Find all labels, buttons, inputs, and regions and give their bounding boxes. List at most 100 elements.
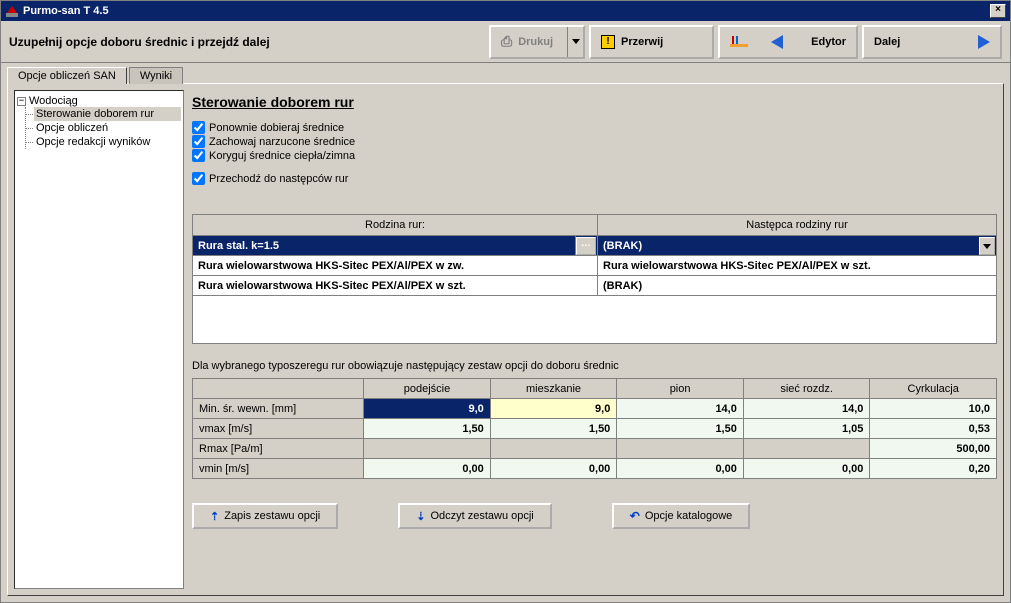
load-options-button[interactable]: ⇣ Odczyt zestawu opcji	[398, 503, 552, 529]
editor-button[interactable]: Edytor	[718, 25, 858, 59]
arrow-right-icon	[978, 35, 990, 49]
param-row-label: vmax [m/s]	[193, 419, 364, 439]
param-col: sieć rozdz.	[743, 379, 870, 399]
param-cell[interactable]: 0,53	[870, 419, 997, 439]
param-cell[interactable]: 0,20	[870, 459, 997, 479]
pipe-col-family: Rodzina rur:	[193, 215, 598, 236]
main-panel: Sterowanie doborem rur Ponownie dobieraj…	[192, 90, 997, 589]
pipe-succ-cell[interactable]: Rura wielowarstwowa HKS-Sitec PEX/Al/PEX…	[598, 256, 997, 276]
check-reselect-box[interactable]	[192, 121, 205, 134]
table-row[interactable]: Rura stal. k=1.5 … (BRAK)	[193, 236, 997, 256]
interrupt-label: Przerwij	[621, 36, 663, 48]
param-cell[interactable]	[364, 439, 491, 459]
table-padding	[193, 296, 997, 344]
interrupt-icon: !	[601, 35, 615, 49]
param-col: pion	[617, 379, 744, 399]
check-label: Ponownie dobieraj średnice	[209, 122, 344, 134]
check-reselect[interactable]: Ponownie dobieraj średnice	[192, 121, 997, 134]
tree-toggle[interactable]: −	[17, 97, 26, 106]
param-cell[interactable]: 9,0	[364, 399, 491, 419]
upload-icon: ⇡	[210, 510, 219, 523]
print-dropdown[interactable]	[567, 27, 583, 57]
table-row[interactable]: Rura wielowarstwowa HKS-Sitec PEX/Al/PEX…	[193, 276, 997, 296]
button-label: Zapis zestawu opcji	[224, 510, 320, 522]
tree-item-calc-options[interactable]: Opcje obliczeń	[34, 121, 181, 135]
param-cell[interactable]: 1,05	[743, 419, 870, 439]
dropdown-toggle[interactable]	[979, 237, 995, 255]
check-successor[interactable]: Przechodź do następców rur	[192, 172, 997, 185]
param-col: mieszkanie	[490, 379, 617, 399]
table-row[interactable]: vmax [m/s] 1,50 1,50 1,50 1,05 0,53	[193, 419, 997, 439]
table-row[interactable]: Min. śr. wewn. [mm] 9,0 9,0 14,0 14,0 10…	[193, 399, 997, 419]
pipe-family-cell[interactable]: Rura stal. k=1.5	[193, 236, 576, 256]
pipe-family-table[interactable]: Rodzina rur: Następca rodziny rur Rura s…	[192, 214, 997, 344]
save-options-button[interactable]: ⇡ Zapis zestawu opcji	[192, 503, 338, 529]
param-cell[interactable]: 10,0	[870, 399, 997, 419]
tree-root[interactable]: − Wodociąg	[17, 95, 181, 107]
param-cell[interactable]: 500,00	[870, 439, 997, 459]
param-cell[interactable]: 1,50	[364, 419, 491, 439]
param-row-label: Min. śr. wewn. [mm]	[193, 399, 364, 419]
table-row[interactable]: Rura wielowarstwowa HKS-Sitec PEX/Al/PEX…	[193, 256, 997, 276]
close-button[interactable]: ×	[990, 4, 1006, 18]
param-cell[interactable]: 14,0	[617, 399, 744, 419]
pipe-family-cell[interactable]: Rura wielowarstwowa HKS-Sitec PEX/Al/PEX…	[193, 276, 598, 296]
bottom-buttons: ⇡ Zapis zestawu opcji ⇣ Odczyt zestawu o…	[192, 503, 997, 529]
param-cell[interactable]	[490, 439, 617, 459]
param-cell[interactable]: 14,0	[743, 399, 870, 419]
check-label: Koryguj średnice ciepła/zimna	[209, 150, 355, 162]
table-row[interactable]: vmin [m/s] 0,00 0,00 0,00 0,00 0,20	[193, 459, 997, 479]
content: − Wodociąg Sterowanie doborem rur Opcje …	[7, 83, 1004, 596]
window-title: Purmo-san T 4.5	[23, 5, 109, 17]
check-preserve[interactable]: Zachowaj narzucone średnice	[192, 135, 997, 148]
catalog-options-button[interactable]: ↶ Opcje katalogowe	[612, 503, 751, 529]
param-col: podejście	[364, 379, 491, 399]
pipe-succ-cell[interactable]: (BRAK)	[598, 236, 997, 256]
options-tree[interactable]: − Wodociąg Sterowanie doborem rur Opcje …	[14, 90, 184, 589]
pipe-succ-cell[interactable]: (BRAK)	[598, 276, 997, 296]
check-correct[interactable]: Koryguj średnice ciepła/zimna	[192, 149, 997, 162]
download-icon: ⇣	[416, 510, 425, 523]
tree-item-label: Opcje obliczeń	[36, 122, 108, 134]
check-correct-box[interactable]	[192, 149, 205, 162]
param-cell[interactable]: 0,00	[617, 459, 744, 479]
tab-calc-options[interactable]: Opcje obliczeń SAN	[7, 67, 127, 84]
print-button[interactable]: ⎙ Drukuj	[489, 25, 585, 59]
param-cell[interactable]	[743, 439, 870, 459]
param-cell[interactable]: 0,00	[364, 459, 491, 479]
editor-label: Edytor	[811, 36, 846, 48]
param-cell[interactable]: 0,00	[490, 459, 617, 479]
param-cell[interactable]: 9,0	[490, 399, 617, 419]
check-label: Zachowaj narzucone średnice	[209, 136, 355, 148]
pipe-family-cell[interactable]: Rura wielowarstwowa HKS-Sitec PEX/Al/PEX…	[193, 256, 598, 276]
param-cell[interactable]: 1,50	[490, 419, 617, 439]
undo-icon: ↶	[630, 509, 640, 523]
param-col: Cyrkulacja	[870, 379, 997, 399]
tree-item-label: Sterowanie doborem rur	[36, 108, 154, 120]
param-cell[interactable]: 1,50	[617, 419, 744, 439]
check-successor-box[interactable]	[192, 172, 205, 185]
pipe-col-succ: Następca rodziny rur	[598, 215, 997, 236]
print-label: Drukuj	[518, 36, 553, 48]
corner-cell	[193, 379, 364, 399]
tree-root-label: Wodociąg	[29, 95, 78, 107]
tab-results[interactable]: Wyniki	[129, 67, 183, 84]
arrow-left-icon	[771, 35, 783, 49]
check-label: Przechodź do następców rur	[209, 173, 348, 185]
toolbar: Uzupełnij opcje doboru średnic i przejdź…	[1, 21, 1010, 63]
check-preserve-box[interactable]	[192, 135, 205, 148]
tree-item-label: Opcje redakcji wyników	[36, 136, 150, 148]
pipe-succ-label: (BRAK)	[603, 240, 642, 252]
tree-item-pipe-control[interactable]: Sterowanie doborem rur	[34, 107, 181, 121]
interrupt-button[interactable]: ! Przerwij	[589, 25, 714, 59]
browse-button[interactable]: …	[576, 237, 596, 255]
table-row[interactable]: Rmax [Pa/m] 500,00	[193, 439, 997, 459]
instruction-text: Uzupełnij opcje doboru średnic i przejdź…	[9, 35, 270, 49]
app-window: Purmo-san T 4.5 × Uzupełnij opcje doboru…	[0, 0, 1011, 603]
next-button[interactable]: Dalej	[862, 25, 1002, 59]
param-table[interactable]: podejście mieszkanie pion sieć rozdz. Cy…	[192, 378, 997, 479]
param-cell[interactable]	[617, 439, 744, 459]
tree-item-result-options[interactable]: Opcje redakcji wyników	[34, 135, 181, 149]
print-icon: ⎙	[501, 33, 512, 50]
param-cell[interactable]: 0,00	[743, 459, 870, 479]
